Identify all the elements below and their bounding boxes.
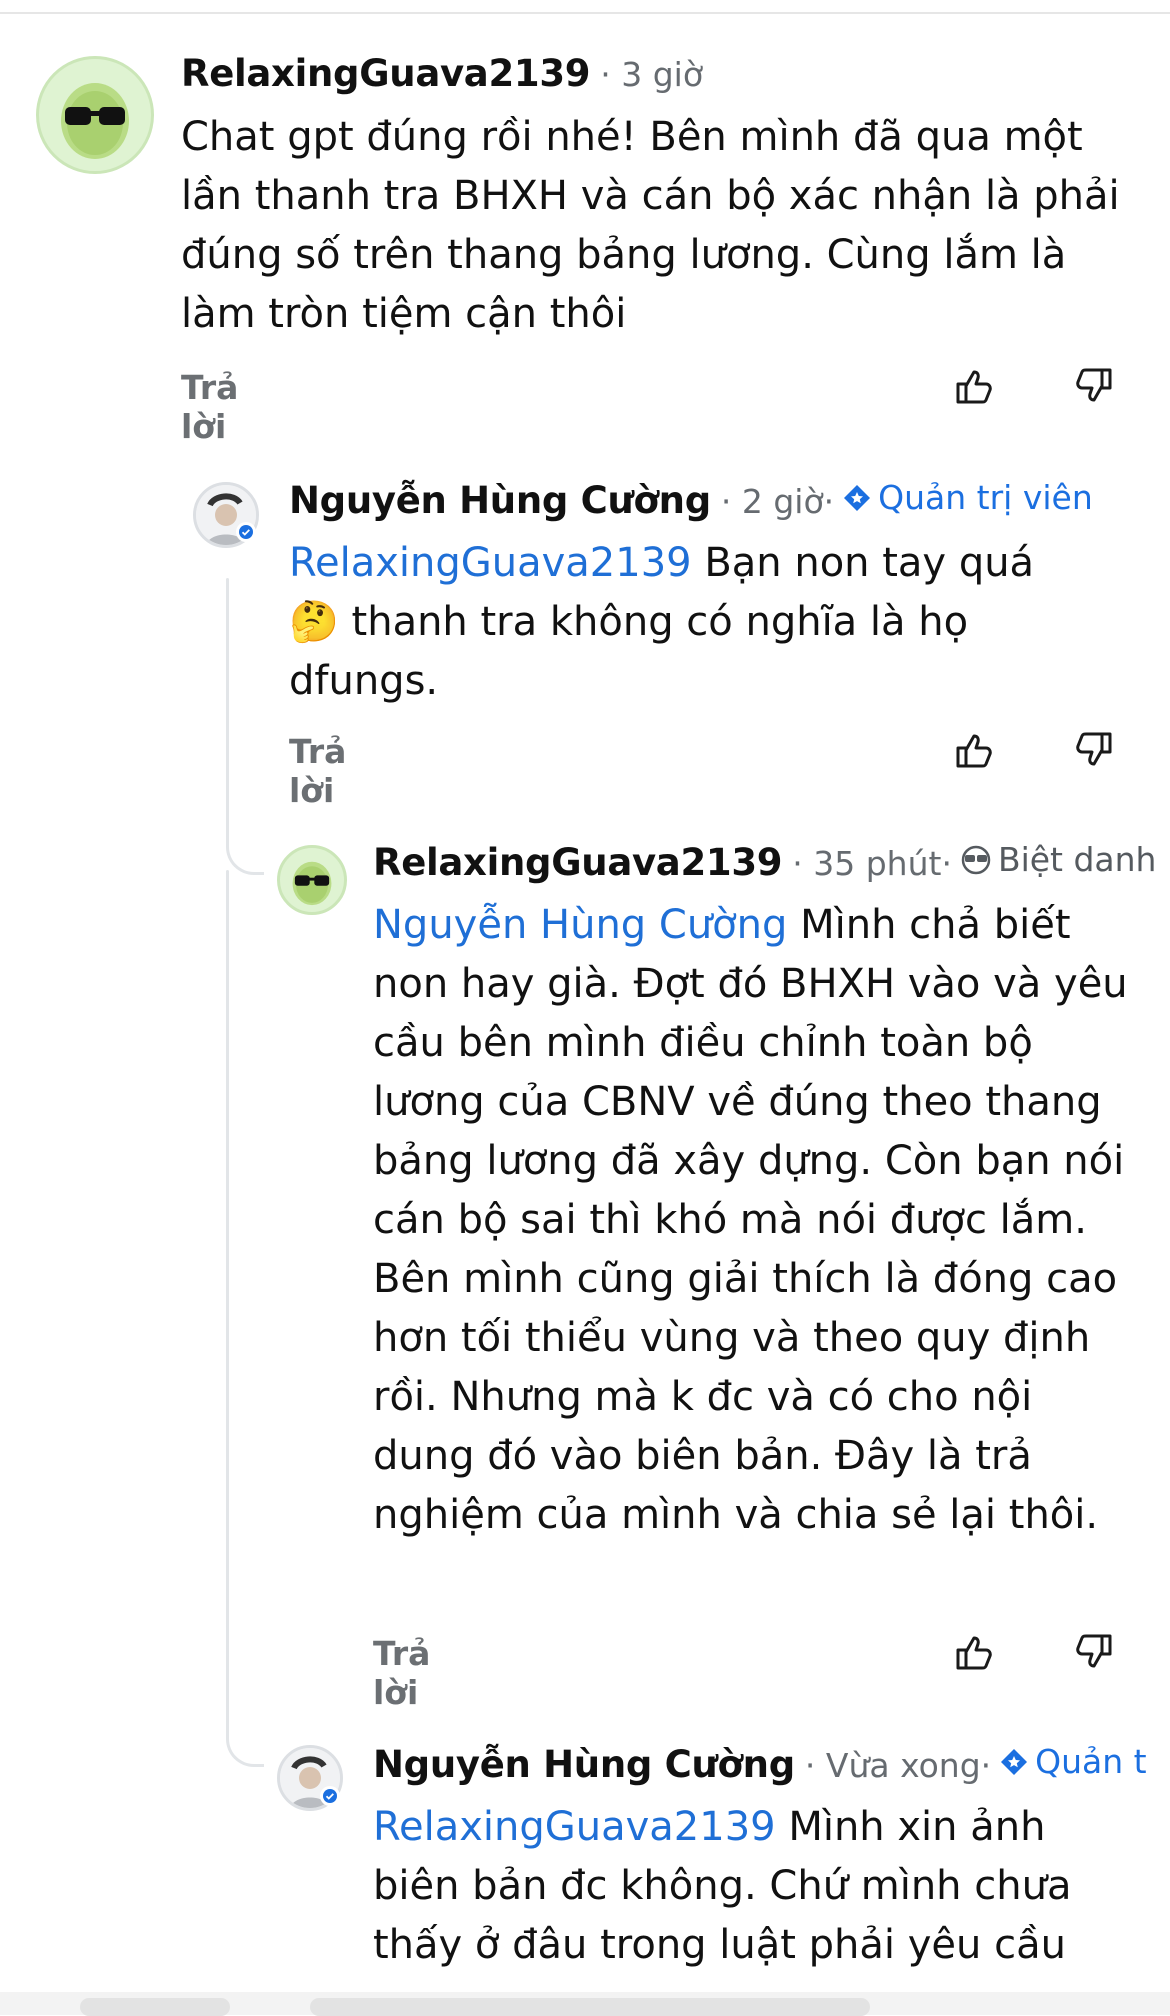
bottom-bar-element [80,1998,230,2016]
mention-link[interactable]: Nguyễn Hùng Cường [373,902,787,948]
mention-link[interactable]: RelaxingGuava2139 [373,1804,776,1850]
thinking-emoji: 🤔 [289,599,339,645]
moderator-shield-icon [1001,1748,1028,1775]
mention-link[interactable]: RelaxingGuava2139 [289,540,692,586]
comment-time: · 35 phút· [792,843,952,883]
reply-button[interactable]: Trả lời [373,1634,430,1712]
downvote-icon[interactable] [1072,364,1116,408]
downvote-icon[interactable] [1072,1630,1116,1674]
comment-body: Chat gpt đúng rồi nhé! Bên mình đã qua m… [181,114,1120,337]
thread-connector [226,835,264,875]
reply-button[interactable]: Trả lời [289,732,346,810]
comment-author[interactable]: RelaxingGuava2139 [181,52,591,95]
comment-text: Mình chả biết non hay già. Đợt đó BHXH v… [373,902,1128,1538]
comment-text: thanh tra không có nghĩa là họ dfungs. [289,599,969,704]
comment-author[interactable]: RelaxingGuava2139 [373,841,783,884]
comment-body: RelaxingGuava2139 Bạn non tay quá 🤔 than… [289,534,1129,711]
comment-time: · Vừa xong· [804,1745,992,1785]
upvote-icon[interactable] [952,364,996,408]
comment-time: · 3 giờ [600,55,704,94]
verified-badge-icon [320,1786,340,1806]
moderator-shield-icon [844,484,871,511]
guava-sunglasses-icon [292,861,332,906]
avatar[interactable] [277,845,347,915]
downvote-icon[interactable] [1072,728,1116,772]
comment-author[interactable]: Nguyễn Hùng Cường [373,1743,795,1786]
comment-body: Nguyễn Hùng Cường Mình chả biết non hay … [373,896,1143,1545]
reply-button[interactable]: Trả lời [181,368,238,446]
comment-body: RelaxingGuava2139 Mình xin ảnh biên bản … [373,1798,1143,1975]
bottom-bar [0,1992,1170,2016]
bottom-bar-element [310,1998,870,2016]
guava-sunglasses-icon [61,83,129,159]
comment-time: · 2 giờ· [720,481,835,521]
nickname-badge: Biệt danh [960,840,1157,879]
upvote-icon[interactable] [952,1630,996,1674]
upvote-icon[interactable] [952,728,996,772]
comment-text: Bạn non tay quá [691,540,1035,586]
moderator-badge: Quản trị viên [842,478,1093,517]
thread-connector [226,1727,264,1767]
verified-badge-icon [236,522,256,542]
thread-line [226,578,229,838]
moderator-badge: Quản t [999,1742,1147,1781]
thread-line [226,870,229,1730]
nickname-label: Biệt danh [997,840,1157,879]
comment-author[interactable]: Nguyễn Hùng Cường [289,479,711,522]
top-divider [0,12,1170,14]
moderator-label: Quản trị viên [878,478,1093,517]
sunglasses-icon [961,845,991,874]
avatar[interactable] [36,56,154,174]
moderator-label: Quản t [1035,1742,1147,1781]
